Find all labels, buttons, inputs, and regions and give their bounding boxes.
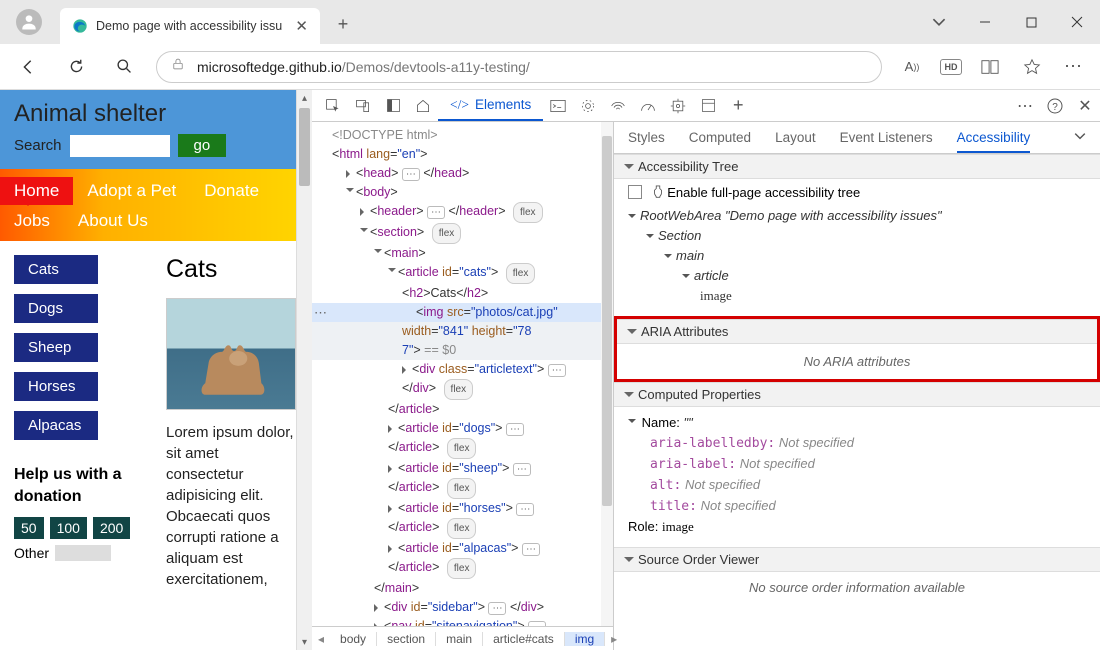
search-button[interactable] (108, 51, 140, 83)
sidebar-item-cats[interactable]: Cats (14, 255, 98, 284)
pane-accessibility-tree[interactable]: Accessibility Tree (614, 154, 1100, 179)
nav-about[interactable]: About Us (64, 209, 162, 233)
inspect-icon[interactable] (318, 92, 348, 120)
donation-50[interactable]: 50 (14, 517, 44, 539)
device-icon[interactable] (348, 92, 378, 120)
memory-icon[interactable] (663, 92, 693, 120)
hd-icon[interactable]: HD (940, 59, 962, 75)
network-icon[interactable] (603, 92, 633, 120)
url-text: microsoftedge.github.io/Demos/devtools-a… (197, 59, 530, 75)
favorite-icon[interactable] (1018, 53, 1046, 81)
selected-dom-node[interactable]: <img src="photos/cat.jpg" (312, 303, 613, 322)
cat-image (166, 298, 296, 410)
add-tab-icon[interactable]: + (723, 92, 753, 120)
sidebar-item-horses[interactable]: Horses (14, 372, 98, 401)
performance-icon[interactable] (633, 92, 663, 120)
svg-text:?: ? (1052, 102, 1058, 113)
sidebar-item-dogs[interactable]: Dogs (14, 294, 98, 323)
address-bar[interactable]: microsoftedge.github.io/Demos/devtools-a… (156, 51, 882, 83)
elements-subtabs: Styles Computed Layout Event Listeners A… (614, 122, 1100, 154)
tab-elements[interactable]: </>Elements (438, 90, 543, 121)
dock-icon[interactable] (378, 92, 408, 120)
reader-icon[interactable] (976, 53, 1004, 81)
sidebar-item-sheep[interactable]: Sheep (14, 333, 98, 362)
subtab-accessibility[interactable]: Accessibility (957, 130, 1031, 153)
browser-tab[interactable]: Demo page with accessibility issu ✕ (60, 8, 320, 44)
welcome-icon[interactable] (408, 92, 438, 120)
console-icon[interactable] (543, 92, 573, 120)
read-aloud-icon[interactable]: A)) (898, 53, 926, 81)
subtab-events[interactable]: Event Listeners (840, 130, 933, 145)
donation-100[interactable]: 100 (50, 517, 87, 539)
article-title: Cats (166, 255, 296, 284)
sidebar-item-alpacas[interactable]: Alpacas (14, 411, 98, 440)
page-scrollbar[interactable]: ▴▾ (296, 90, 312, 650)
search-input[interactable] (70, 135, 170, 157)
donation-heading: Help us with a donation (14, 464, 138, 507)
nav-jobs[interactable]: Jobs (0, 209, 64, 233)
dom-scrollbar[interactable] (601, 122, 613, 626)
nav-adopt[interactable]: Adopt a Pet (73, 177, 190, 205)
dom-tree[interactable]: <!DOCTYPE html> <html lang="en"> <head> … (312, 122, 613, 626)
page-heading: Animal shelter (14, 100, 282, 128)
donation-200[interactable]: 200 (93, 517, 130, 539)
subtabs-more-icon[interactable] (1074, 130, 1086, 145)
edge-icon (72, 18, 88, 34)
minimize-button[interactable] (962, 4, 1008, 40)
fullpage-checkbox[interactable] (628, 185, 642, 199)
nav-donate[interactable]: Donate (190, 177, 273, 205)
devtools-close-icon[interactable]: ✕ (1070, 92, 1100, 120)
application-icon[interactable] (693, 92, 723, 120)
pane-source-order[interactable]: Source Order Viewer (614, 547, 1100, 572)
maximize-button[interactable] (1008, 4, 1054, 40)
sources-icon[interactable] (573, 92, 603, 120)
fullpage-label: Enable full-page accessibility tree (667, 185, 860, 200)
go-button[interactable]: go (178, 134, 227, 157)
subtab-layout[interactable]: Layout (775, 130, 816, 145)
back-button[interactable] (12, 51, 44, 83)
search-label: Search (14, 137, 62, 154)
pane-aria[interactable]: ARIA Attributes (617, 319, 1097, 344)
no-source-order: No source order information available (614, 572, 1100, 603)
subtab-computed[interactable]: Computed (689, 130, 751, 145)
new-tab-button[interactable]: + (328, 9, 358, 39)
help-icon[interactable]: ? (1040, 92, 1070, 120)
window-close-button[interactable] (1054, 4, 1100, 40)
donation-other: Other (14, 545, 49, 561)
nav-home[interactable]: Home (0, 177, 73, 205)
page-content: Animal shelter Search go Home Adopt a Pe… (0, 90, 296, 650)
chevron-down-icon[interactable] (916, 4, 962, 40)
no-aria-text: No ARIA attributes (617, 344, 1097, 379)
breadcrumb[interactable]: ◂ body section main article#cats img ▸ (312, 626, 613, 650)
donation-other-input[interactable] (55, 545, 111, 561)
subtab-styles[interactable]: Styles (628, 130, 665, 145)
article-text: Lorem ipsum dolor, sit amet consectetur … (166, 422, 296, 590)
refresh-button[interactable] (60, 51, 92, 83)
devtools-more-icon[interactable]: ⋯ (1010, 92, 1040, 120)
close-tab-icon[interactable]: ✕ (295, 17, 308, 35)
lock-icon (171, 57, 185, 76)
devtools-toolbar: </>Elements + ⋯ ? ✕ (312, 90, 1100, 122)
profile-avatar[interactable] (16, 9, 42, 35)
tab-title: Demo page with accessibility issu (96, 19, 282, 33)
more-icon[interactable]: ⋯ (1060, 53, 1088, 81)
pane-computed[interactable]: Computed Properties (614, 382, 1100, 407)
